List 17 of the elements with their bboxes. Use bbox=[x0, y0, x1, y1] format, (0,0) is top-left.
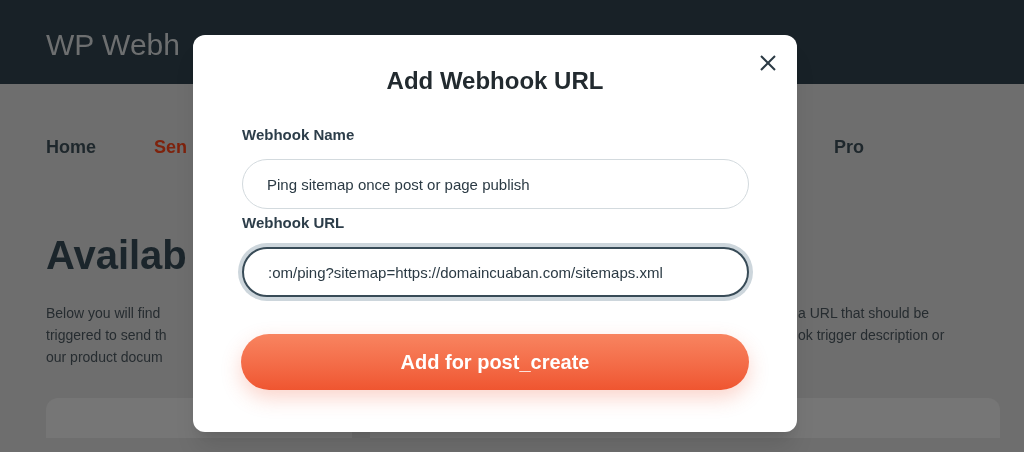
add-button[interactable]: Add for post_create bbox=[241, 334, 749, 390]
intro-text: ok trigger description or bbox=[798, 326, 945, 345]
intro-text: Below you will find bbox=[46, 304, 161, 323]
field-label: Webhook URL bbox=[242, 213, 345, 233]
page-heading: Availab bbox=[46, 232, 187, 279]
field-label: Webhook Name bbox=[242, 125, 355, 145]
intro-text: a URL that should be bbox=[798, 304, 929, 323]
nav-link[interactable]: Pro bbox=[834, 133, 864, 161]
site-title: WP Webh bbox=[46, 28, 180, 61]
input-field[interactable]: Ping sitemap once post or page publish bbox=[242, 159, 749, 209]
close-icon bbox=[758, 53, 778, 73]
nav-link[interactable]: Sen bbox=[154, 133, 194, 161]
modal-title: Add Webhook URL bbox=[386, 66, 604, 96]
intro-text: triggered to send th bbox=[46, 326, 167, 345]
intro-text: our product docum bbox=[46, 348, 163, 367]
input-field[interactable]: :om/ping?sitemap=https://domaincuaban.com/sitemaps.xml bbox=[242, 247, 749, 297]
nav-link[interactable]: Home bbox=[46, 133, 154, 161]
